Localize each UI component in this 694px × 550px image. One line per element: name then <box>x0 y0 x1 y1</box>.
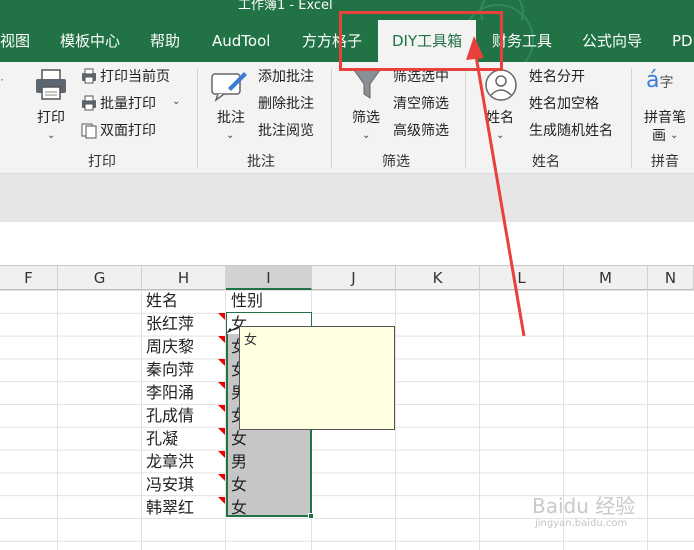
watermark-logo: Baidu 经验 <box>532 494 636 518</box>
excel-window: 工作簿1 - Excel 视图 模板中心 帮助 AudTool 方方格子 DIY… <box>0 0 694 550</box>
annotation-arrow-icon <box>466 36 526 337</box>
watermark-url: jingyan.baidu.com <box>535 518 628 529</box>
